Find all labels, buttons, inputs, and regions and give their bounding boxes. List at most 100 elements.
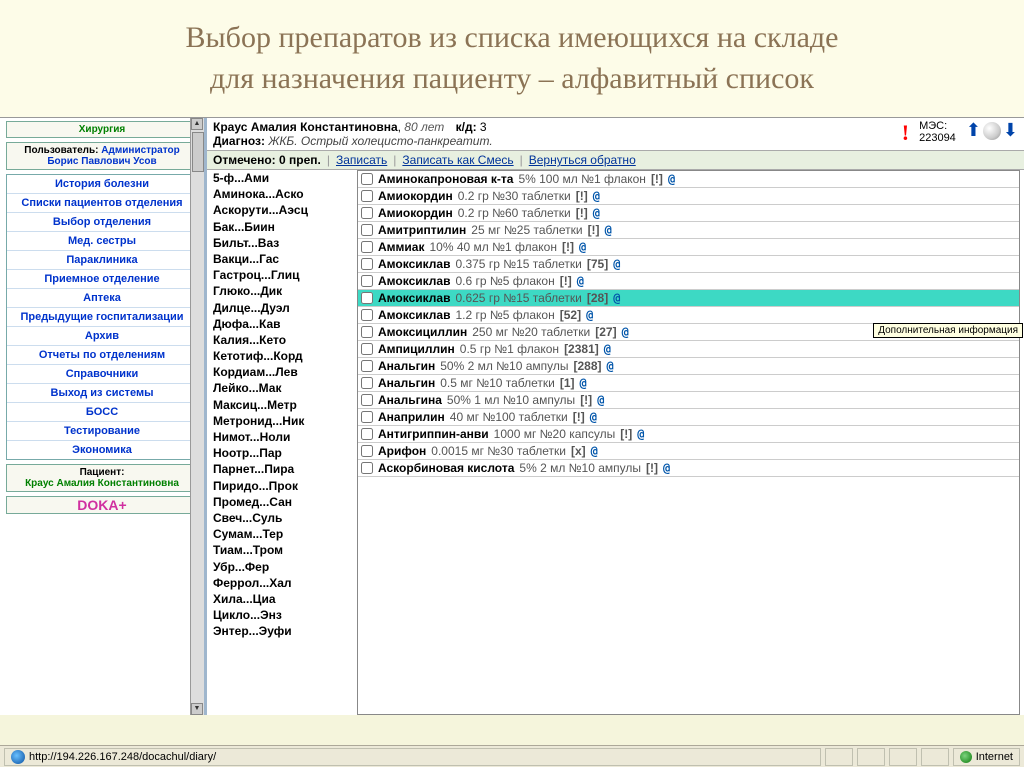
alpha-range[interactable]: Максиц...Метр (213, 397, 353, 413)
sidebar-doka[interactable]: DOKA+ (6, 496, 198, 514)
alpha-range[interactable]: Кордиам...Лев (213, 364, 353, 380)
info-icon[interactable]: @ (605, 223, 612, 237)
info-icon[interactable]: @ (663, 461, 670, 475)
info-icon[interactable]: @ (613, 257, 620, 271)
drug-row[interactable]: Амиокордин 0.2 гр №30 таблетки [!] @ (358, 188, 1019, 205)
drug-checkbox[interactable] (361, 428, 373, 440)
info-icon[interactable]: @ (637, 427, 644, 441)
drug-checkbox[interactable] (361, 394, 373, 406)
alpha-range[interactable]: Бак...Биин (213, 219, 353, 235)
info-icon[interactable]: @ (580, 376, 587, 390)
drug-row[interactable]: Амитриптилин 25 мг №25 таблетки [!] @ (358, 222, 1019, 239)
info-icon[interactable]: @ (613, 291, 620, 305)
sidebar-nav-item[interactable]: Выход из системы (7, 384, 197, 403)
drug-row[interactable]: Амиокордин 0.2 гр №60 таблетки [!] @ (358, 205, 1019, 222)
sidebar-nav-item[interactable]: Аптека (7, 289, 197, 308)
alpha-range[interactable]: Свеч...Суль (213, 510, 353, 526)
back-link[interactable]: Вернуться обратно (529, 153, 636, 167)
alpha-range[interactable]: Тиам...Тром (213, 542, 353, 558)
info-icon[interactable]: @ (668, 172, 675, 186)
drug-checkbox[interactable] (361, 326, 373, 338)
drug-checkbox[interactable] (361, 258, 373, 270)
sidebar-nav-item[interactable]: Выбор отделения (7, 213, 197, 232)
scroll-up-icon[interactable]: ▲ (191, 118, 203, 130)
info-icon[interactable]: @ (591, 444, 598, 458)
arrow-up-icon[interactable]: ⬆ (966, 120, 981, 141)
drug-checkbox[interactable] (361, 173, 373, 185)
info-icon[interactable]: @ (597, 393, 604, 407)
alpha-range[interactable]: Гастроц...Глиц (213, 267, 353, 283)
drug-row[interactable]: Аминокапроновая к-та 5% 100 мл №1 флакон… (358, 171, 1019, 188)
alpha-range[interactable]: Дилце...Дуэл (213, 300, 353, 316)
alpha-range[interactable]: Нимот...Ноли (213, 429, 353, 445)
drug-row[interactable]: Аскорбиновая кислота 5% 2 мл №10 ампулы … (358, 460, 1019, 477)
alpha-range[interactable]: Калия...Кето (213, 332, 353, 348)
info-icon[interactable]: @ (579, 240, 586, 254)
sidebar-scrollbar[interactable]: ▲ ▼ (190, 118, 204, 715)
alpha-range[interactable]: Метронид...Ник (213, 413, 353, 429)
sidebar-nav-item[interactable]: Предыдущие госпитализации (7, 308, 197, 327)
info-icon[interactable]: @ (604, 342, 611, 356)
alpha-range[interactable]: Вакци...Гас (213, 251, 353, 267)
drug-checkbox[interactable] (361, 224, 373, 236)
alpha-range[interactable]: Феррол...Хал (213, 575, 353, 591)
drug-checkbox[interactable] (361, 462, 373, 474)
home-icon[interactable] (983, 122, 1001, 140)
drug-checkbox[interactable] (361, 445, 373, 457)
alpha-range[interactable]: Хила...Циа (213, 591, 353, 607)
drug-checkbox[interactable] (361, 241, 373, 253)
info-icon[interactable]: @ (590, 410, 597, 424)
alpha-range[interactable]: Парнет...Пира (213, 461, 353, 477)
alert-icon[interactable]: ! (902, 120, 909, 146)
sidebar-nav-item[interactable]: Параклиника (7, 251, 197, 270)
info-icon[interactable]: @ (593, 189, 600, 203)
sidebar-nav-item[interactable]: Отчеты по отделениям (7, 346, 197, 365)
drug-checkbox[interactable] (361, 343, 373, 355)
drug-checkbox[interactable] (361, 275, 373, 287)
drug-row[interactable]: Аммиак 10% 40 мл №1 флакон [!] @ (358, 239, 1019, 256)
info-icon[interactable]: @ (622, 325, 629, 339)
drug-row[interactable]: Анаприлин 40 мг №100 таблетки [!] @ (358, 409, 1019, 426)
sidebar-nav-item[interactable]: Архив (7, 327, 197, 346)
arrow-down-icon[interactable]: ⬇ (1003, 120, 1018, 141)
alpha-range[interactable]: Энтер...Эуфи (213, 623, 353, 639)
drug-row[interactable]: Амоксиклав 0.375 гр №15 таблетки [75] @ (358, 256, 1019, 273)
save-link[interactable]: Записать (336, 153, 387, 167)
drug-row[interactable]: Антигриппин-анви 1000 мг №20 капсулы [!]… (358, 426, 1019, 443)
drug-row[interactable]: Анальгин 0.5 мг №10 таблетки [1] @ (358, 375, 1019, 392)
scroll-thumb[interactable] (192, 132, 204, 172)
sidebar-nav-item[interactable]: Тестирование (7, 422, 197, 441)
info-icon[interactable]: @ (593, 206, 600, 220)
sidebar-nav-item[interactable]: Справочники (7, 365, 197, 384)
save-mix-link[interactable]: Записать как Смесь (402, 153, 513, 167)
scroll-down-icon[interactable]: ▼ (191, 703, 203, 715)
sidebar-nav-item[interactable]: БОСС (7, 403, 197, 422)
alpha-range[interactable]: Глюко...Дик (213, 283, 353, 299)
drug-checkbox[interactable] (361, 190, 373, 202)
alpha-range[interactable]: Аминока...Аско (213, 186, 353, 202)
sidebar-nav-item[interactable]: Мед. сестры (7, 232, 197, 251)
alpha-range[interactable]: Дюфа...Кав (213, 316, 353, 332)
drug-row[interactable]: Анальгина 50% 1 мл №10 ампулы [!] @ (358, 392, 1019, 409)
drug-row[interactable]: Амоксиклав 0.625 гр №15 таблетки [28] @ (358, 290, 1019, 307)
alpha-range[interactable]: Лейко...Мак (213, 380, 353, 396)
alpha-range[interactable]: Ноотр...Пар (213, 445, 353, 461)
alpha-range[interactable]: Аскорути...Аэсц (213, 202, 353, 218)
sidebar-patient[interactable]: Пациент: Краус Амалия Константиновна (6, 464, 198, 492)
sidebar-nav-item[interactable]: История болезни (7, 175, 197, 194)
drug-checkbox[interactable] (361, 360, 373, 372)
info-icon[interactable]: @ (577, 274, 584, 288)
sidebar-nav-item[interactable]: Приемное отделение (7, 270, 197, 289)
alpha-range[interactable]: Пиридо...Прок (213, 478, 353, 494)
sidebar-nav-item[interactable]: Экономика (7, 441, 197, 459)
alpha-range[interactable]: Убр...Фер (213, 559, 353, 575)
drug-checkbox[interactable] (361, 377, 373, 389)
info-icon[interactable]: @ (586, 308, 593, 322)
drug-checkbox[interactable] (361, 309, 373, 321)
alpha-range[interactable]: Промед...Сан (213, 494, 353, 510)
sidebar-nav-item[interactable]: Списки пациентов отделения (7, 194, 197, 213)
info-icon[interactable]: @ (607, 359, 614, 373)
drug-row[interactable]: Арифон 0.0015 мг №30 таблетки [x] @ (358, 443, 1019, 460)
alpha-range[interactable]: Кетотиф...Корд (213, 348, 353, 364)
drug-checkbox[interactable] (361, 292, 373, 304)
